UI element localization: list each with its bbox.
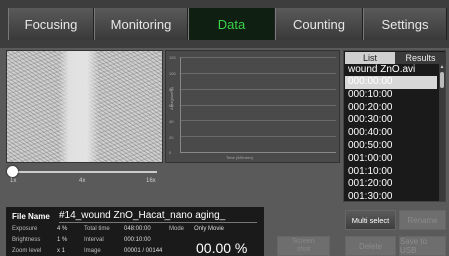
list-item[interactable]: 001:00:00 xyxy=(345,153,437,166)
graph-plot-area: 120 100 80 60 40 20 0 xyxy=(169,55,336,155)
tab-data[interactable]: Data xyxy=(188,8,275,40)
scroll-up-icon[interactable]: ▲ xyxy=(439,64,445,70)
list-item[interactable]: 001:10:00 xyxy=(345,166,437,179)
tab-counting[interactable]: Counting xyxy=(275,8,363,40)
list-file-name: wound ZnO.avi xyxy=(348,64,416,75)
exposure-value: 4 % xyxy=(57,226,68,232)
save-to-usb-button[interactable]: Save to USB xyxy=(399,236,446,256)
list-item[interactable]: 000:50:00 xyxy=(345,140,437,153)
image-label: Image xyxy=(84,248,101,254)
file-list-panel: List Results wound ZnO.avi 000:00:00 000… xyxy=(343,50,446,202)
tab-monitoring[interactable]: Monitoring xyxy=(94,8,188,40)
list-item[interactable]: 000:40:00 xyxy=(345,127,437,140)
file-name-value: #14_wound ZnO_Hacat_nano aging_ xyxy=(59,210,226,221)
y-tick-label: 120 xyxy=(169,55,176,60)
progress-value: 00.00 % xyxy=(196,240,248,256)
tab-list[interactable]: List xyxy=(345,52,395,64)
mode-value: Only Movie xyxy=(194,226,225,232)
grid-line xyxy=(181,57,336,58)
screen-shot-button[interactable]: Screen shot xyxy=(277,236,330,256)
list-item[interactable]: 000:10:00 xyxy=(345,89,437,102)
list-item[interactable]: 001:20:00 xyxy=(345,178,437,191)
y-tick-label: 40 xyxy=(169,119,174,124)
y-tick-label: 20 xyxy=(169,135,174,140)
list-scrollbar[interactable]: ▲ xyxy=(439,64,445,201)
scroll-thumb[interactable] xyxy=(440,72,444,88)
grid-line xyxy=(181,120,336,122)
time-list: 000:00:00 000:10:00 000:20:00 000:30:00 … xyxy=(345,76,437,204)
total-time-value: 048:00:00 xyxy=(124,226,151,232)
zoom-slider-handle[interactable] xyxy=(7,166,18,177)
list-item[interactable]: 000:20:00 xyxy=(345,102,437,115)
brightness-label: Brightness xyxy=(12,237,41,243)
tab-bar: Focusing Monitoring Data Counting Settin… xyxy=(0,0,449,48)
brightness-value: 1 % xyxy=(57,237,68,243)
mode-label: Mode xyxy=(169,226,185,232)
microscope-image[interactable] xyxy=(6,50,163,163)
interval-value: 000:10:00 xyxy=(124,237,151,243)
grid-line xyxy=(181,104,336,106)
total-time-label: Total time xyxy=(84,226,110,232)
y-tick-label: 100 xyxy=(169,71,176,76)
wound-gap xyxy=(59,51,99,162)
zoom-tick-4x: 4x xyxy=(79,178,86,184)
grid-line xyxy=(181,72,336,74)
list-item[interactable]: 000:30:00 xyxy=(345,114,437,127)
image-value: 00001 / 00144 xyxy=(124,248,163,254)
multi-select-button[interactable]: Multi select xyxy=(345,210,396,230)
grid-line xyxy=(181,88,336,90)
file-info-panel: File Name #14_wound ZnO_Hacat_nano aging… xyxy=(6,207,264,256)
screen-shot-label-line2: shot xyxy=(296,246,311,253)
file-name-underline xyxy=(59,222,257,223)
list-item[interactable]: 000:00:00 xyxy=(345,76,437,89)
file-name-label: File Name xyxy=(12,212,50,221)
tab-settings[interactable]: Settings xyxy=(363,8,447,40)
tab-focusing[interactable]: Focusing xyxy=(8,8,94,40)
zoom-level-label: Zoom level xyxy=(12,248,42,254)
zoom-tick-16x: 16x xyxy=(146,178,156,184)
delete-button[interactable]: Delete xyxy=(345,236,396,256)
zoom-level-value: x 1 xyxy=(57,248,66,254)
graph-y-axis-label: Area(pixel%) xyxy=(168,87,174,110)
rename-button[interactable]: Rename xyxy=(399,210,446,230)
tab-results[interactable]: Results xyxy=(395,52,446,64)
zoom-tick-1x: 1x xyxy=(10,178,17,184)
zoom-slider-track[interactable] xyxy=(12,171,157,173)
list-item[interactable]: 001:30:00 xyxy=(345,191,437,204)
graph-x-axis-label: Time (48h:mm) xyxy=(226,155,253,160)
y-tick-label: 0 xyxy=(169,150,172,155)
area-graph: 120 100 80 60 40 20 0 Area(pixel%) Time … xyxy=(165,50,340,163)
grid-line xyxy=(181,136,336,138)
interval-label: Interval xyxy=(84,237,104,243)
exposure-label: Exposure xyxy=(12,226,38,232)
screen-shot-label-line1: Screen xyxy=(292,238,315,245)
